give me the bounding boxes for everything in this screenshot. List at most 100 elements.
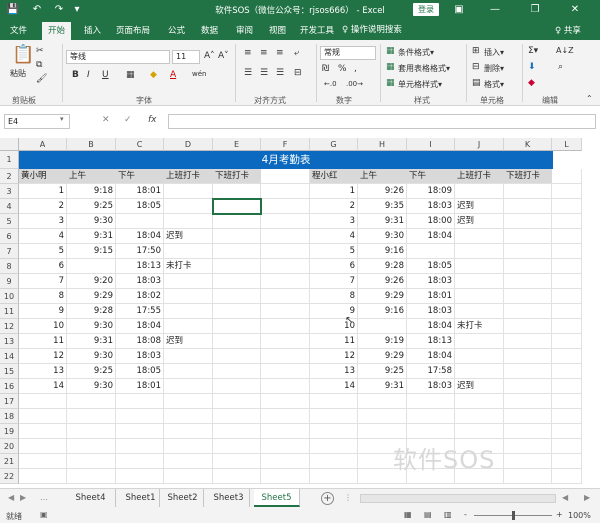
ribbon-options-icon[interactable]: ▣ [452, 3, 466, 17]
table-data-cell[interactable]: 18:03 [407, 304, 455, 319]
table-data-cell[interactable]: 5 [310, 244, 358, 259]
cell[interactable] [213, 214, 261, 229]
cell[interactable] [552, 199, 582, 214]
cell[interactable] [552, 169, 582, 184]
cell[interactable] [310, 409, 358, 424]
collapse-ribbon-icon[interactable]: ⌃ [586, 94, 593, 103]
column-header[interactable]: G [310, 138, 358, 151]
attendance-status-cell[interactable] [164, 184, 213, 199]
page-layout-view-icon[interactable]: ▤ [424, 510, 432, 519]
cell[interactable] [504, 409, 552, 424]
insert-function-icon[interactable]: fx [148, 115, 157, 125]
cell[interactable] [261, 259, 310, 274]
cell[interactable] [261, 199, 310, 214]
attendance-status-cell[interactable] [164, 244, 213, 259]
fill-icon[interactable]: ⬇ [528, 62, 536, 72]
cell[interactable] [67, 454, 116, 469]
table-header-cell[interactable]: 下午 [407, 169, 455, 184]
table-data-cell[interactable]: 9:16 [358, 244, 407, 259]
table-data-cell[interactable]: 9:25 [358, 364, 407, 379]
attendance-status-cell[interactable] [164, 289, 213, 304]
column-header[interactable]: A [19, 138, 67, 151]
cell[interactable] [504, 184, 552, 199]
cell[interactable] [213, 364, 261, 379]
table-data-cell[interactable]: 1 [310, 184, 358, 199]
conditional-format-button[interactable]: 条件格式▾ [398, 47, 434, 58]
formula-input[interactable] [168, 114, 596, 129]
cell[interactable] [504, 259, 552, 274]
cell[interactable] [504, 349, 552, 364]
tab-developer[interactable]: 开发工具 [300, 24, 334, 36]
row-header[interactable]: 14 [0, 349, 19, 364]
table-header-cell[interactable]: 黄小明 [19, 169, 67, 184]
row-header[interactable]: 19 [0, 424, 19, 439]
attendance-status-cell[interactable] [164, 214, 213, 229]
macro-record-icon[interactable]: ▣ [40, 510, 48, 519]
table-data-cell[interactable] [407, 244, 455, 259]
cell[interactable] [67, 469, 116, 484]
table-data-cell[interactable]: 18:08 [116, 334, 164, 349]
table-data-cell[interactable]: 18:03 [407, 274, 455, 289]
table-header-cell[interactable]: 程小红 [310, 169, 358, 184]
cell[interactable] [67, 424, 116, 439]
cell[interactable] [213, 334, 261, 349]
worksheet-grid[interactable]: A B C D E F G H I J K L 1 2 3 4 5 6 7 8 9 10 11 12 13 14 15 16 17 18 1… [0, 138, 600, 488]
table-data-cell[interactable]: 9:30 [67, 214, 116, 229]
table-data-cell[interactable]: 11 [310, 334, 358, 349]
enter-icon[interactable]: ✓ [124, 115, 132, 125]
sheet-tab-sheet2[interactable]: Sheet2 [162, 489, 204, 507]
cell[interactable] [213, 289, 261, 304]
table-header-cell[interactable]: 上午 [358, 169, 407, 184]
tab-view[interactable]: 视图 [269, 24, 286, 36]
row-header[interactable]: 2 [0, 169, 19, 184]
table-data-cell[interactable]: 9:30 [67, 349, 116, 364]
table-data-cell[interactable]: 9:29 [358, 289, 407, 304]
table-data-cell[interactable]: 7 [310, 274, 358, 289]
cell[interactable] [213, 439, 261, 454]
cell[interactable] [213, 244, 261, 259]
conditional-format-icon[interactable]: ▦ [386, 46, 395, 56]
cell[interactable] [19, 394, 67, 409]
table-data-cell[interactable]: 4 [19, 229, 67, 244]
cell[interactable] [552, 349, 582, 364]
attendance-status-cell[interactable] [164, 199, 213, 214]
row-header[interactable]: 17 [0, 394, 19, 409]
border-icon[interactable]: ▦ [126, 70, 135, 80]
tab-insert[interactable]: 插入 [84, 24, 101, 36]
cell[interactable] [504, 424, 552, 439]
cell[interactable] [552, 319, 582, 334]
cell[interactable] [455, 424, 504, 439]
tab-data[interactable]: 数据 [201, 24, 218, 36]
cell[interactable] [552, 439, 582, 454]
attendance-status-cell[interactable] [455, 349, 504, 364]
cell[interactable] [552, 379, 582, 394]
cell[interactable] [504, 319, 552, 334]
scroll-options-icon[interactable]: ⋮ [344, 493, 352, 502]
cell[interactable] [213, 259, 261, 274]
cell[interactable] [504, 274, 552, 289]
sheet-tab-sheet5[interactable]: Sheet5 [254, 489, 300, 507]
tab-formulas[interactable]: 公式 [168, 24, 185, 36]
cell[interactable] [504, 304, 552, 319]
autosum-button[interactable]: Σ▾ [528, 46, 538, 56]
cell[interactable] [213, 319, 261, 334]
attendance-status-cell[interactable] [164, 319, 213, 334]
table-data-cell[interactable]: 14 [310, 379, 358, 394]
cell[interactable] [310, 394, 358, 409]
percent-button[interactable]: % [338, 64, 347, 74]
sheet-title[interactable]: 4月考勤表 [19, 151, 553, 169]
table-data-cell[interactable]: 9:31 [67, 334, 116, 349]
align-left-icon[interactable]: ☰ [244, 68, 252, 78]
cell[interactable] [67, 394, 116, 409]
cell[interactable] [504, 214, 552, 229]
paste-icon[interactable]: 📋 [12, 44, 34, 65]
cell[interactable] [213, 454, 261, 469]
underline-button[interactable]: U [102, 70, 109, 80]
row-header[interactable]: 20 [0, 439, 19, 454]
copy-icon[interactable]: ⧉ [36, 60, 42, 70]
sheet-tab-sheet4[interactable]: Sheet4 [66, 489, 116, 507]
cell[interactable] [213, 184, 261, 199]
cell[interactable] [552, 454, 582, 469]
table-data-cell[interactable]: 7 [19, 274, 67, 289]
more-sheets-icon[interactable]: … [40, 493, 48, 502]
